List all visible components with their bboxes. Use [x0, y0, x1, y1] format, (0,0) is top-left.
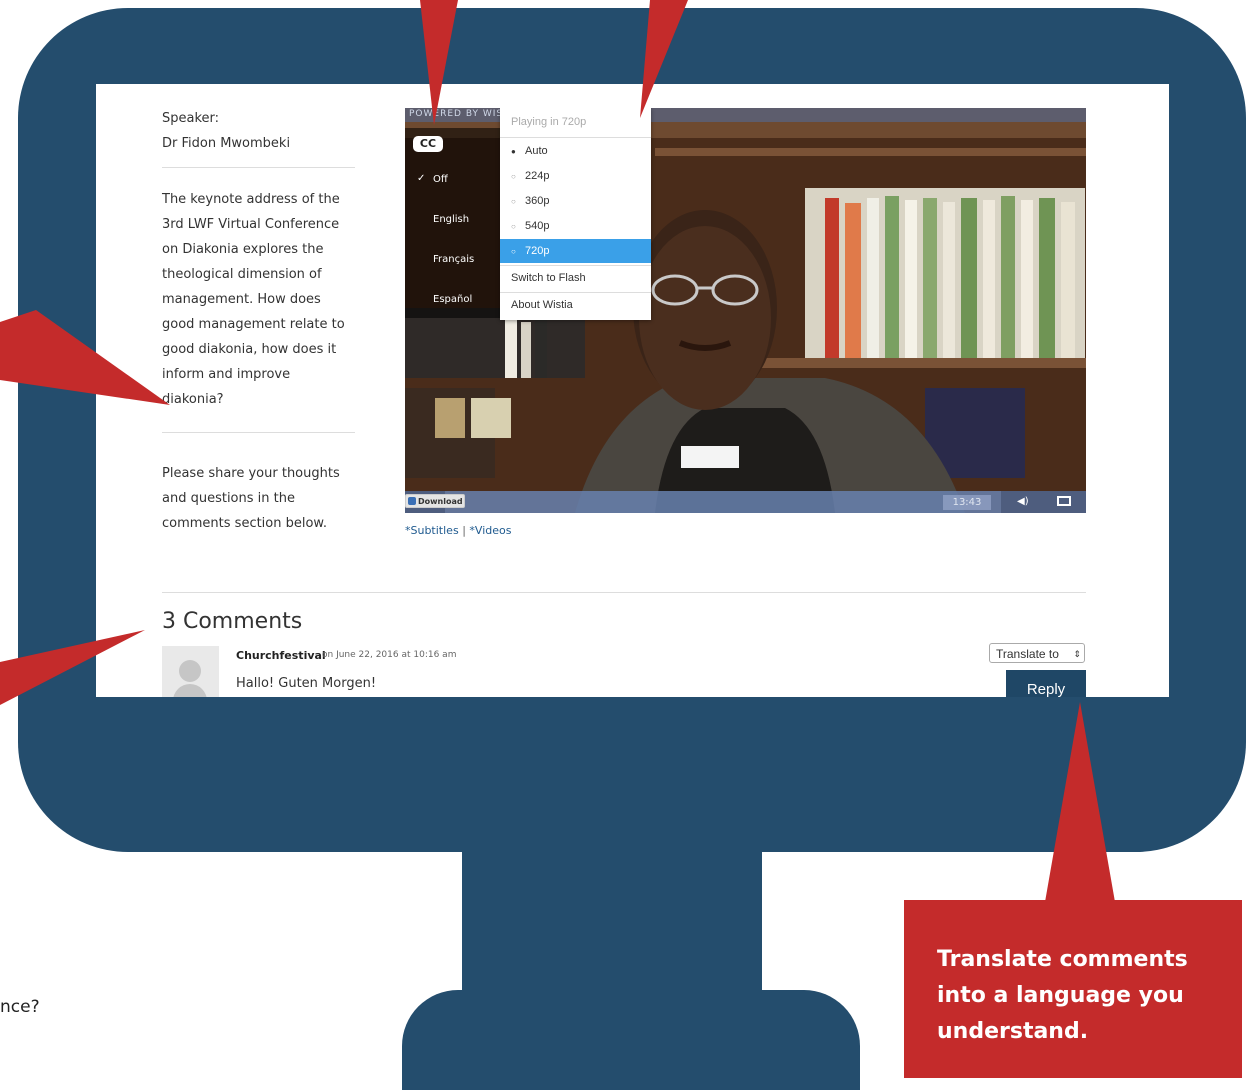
avatar-head	[179, 660, 201, 682]
quality-option-720p[interactable]: ○ 720p	[500, 239, 651, 263]
monitor-base	[402, 990, 860, 1090]
fullscreen-icon[interactable]	[1057, 496, 1071, 506]
comment-prompt: Please share your thoughts and questions…	[162, 466, 340, 531]
quality-option-label: 540p	[525, 220, 550, 232]
avatar	[162, 646, 219, 697]
translate-select[interactable]: Translate to ⇕	[989, 643, 1085, 663]
seek-bar[interactable]	[445, 491, 1001, 513]
quality-option-label: 224p	[525, 170, 550, 182]
radio-selected-icon: ●	[511, 147, 516, 156]
radio-icon: ○	[511, 247, 516, 256]
quality-menu: Playing in 720p ● Auto ○ 224p ○ 360p ○ 540p …	[500, 108, 651, 320]
radio-icon: ○	[511, 197, 516, 206]
radio-icon: ○	[511, 222, 516, 231]
reply-button[interactable]: Reply	[1006, 670, 1086, 697]
quality-header: Playing in 720p	[511, 116, 587, 128]
comment-text: Hallo! Guten Morgen!	[236, 676, 377, 691]
speaker-label: Speaker:	[162, 111, 220, 126]
caption-option-english[interactable]: English	[433, 214, 469, 225]
monitor-stand	[462, 850, 762, 1010]
divider	[162, 432, 355, 433]
divider	[162, 167, 355, 168]
caption-option-label: Off	[433, 174, 448, 185]
subtitles-link[interactable]: *Subtitles	[405, 524, 459, 537]
quality-option-label: 720p	[525, 245, 550, 257]
link-separator: |	[462, 524, 466, 537]
menu-divider	[500, 137, 651, 138]
switch-to-flash[interactable]: Switch to Flash	[500, 266, 651, 290]
caption-option-spanish[interactable]: Español	[433, 294, 472, 305]
talk-description: The keynote address of the 3rd LWF Virtu…	[162, 192, 345, 407]
quality-option-label: Auto	[525, 145, 548, 157]
select-arrows-icon: ⇕	[1073, 649, 1081, 659]
divider	[162, 592, 1086, 593]
translate-callout: Translate comments into a language you u…	[904, 900, 1242, 1078]
volume-icon[interactable]: ◀)	[1017, 496, 1029, 507]
quality-option-auto[interactable]: ● Auto	[500, 139, 651, 163]
comments-title: 3 Comments	[162, 609, 303, 634]
checkmark-icon: ✓	[417, 173, 426, 184]
video-player[interactable]: POWERED BY WISTIA CC ✓ Off English Franç…	[405, 108, 1086, 513]
speaker-name: Dr Fidon Mwombeki	[162, 136, 291, 151]
quality-option-label: 360p	[525, 195, 550, 207]
translate-label: Translate to	[996, 647, 1059, 661]
download-icon	[408, 497, 416, 505]
download-label: Download	[418, 497, 463, 506]
about-wistia[interactable]: About Wistia	[500, 293, 651, 317]
duration-label: 13:43	[943, 495, 991, 510]
cropped-text: nce?	[0, 997, 40, 1017]
quality-option-224p[interactable]: ○ 224p	[500, 164, 651, 188]
download-button[interactable]: Download	[405, 494, 465, 508]
caption-option-french[interactable]: Français	[433, 254, 474, 265]
radio-icon: ○	[511, 172, 516, 181]
screen: Speaker: Dr Fidon Mwombeki The keynote a…	[96, 84, 1169, 697]
quality-option-360p[interactable]: ○ 360p	[500, 189, 651, 213]
sidebar: Speaker: Dr Fidon Mwombeki The keynote a…	[162, 106, 355, 536]
media-links: *Subtitles | *Videos	[405, 524, 511, 537]
captions-menu: CC ✓ Off English Français Español	[405, 128, 501, 318]
closed-captions-icon[interactable]: CC	[413, 136, 443, 152]
video-controls: 13:43 ◀)	[405, 491, 1086, 513]
videos-link[interactable]: *Videos	[469, 524, 511, 537]
comment-date[interactable]: on June 22, 2016 at 10:16 am	[322, 650, 456, 660]
caption-option-off[interactable]: ✓ Off	[417, 173, 448, 185]
avatar-body	[173, 684, 207, 697]
quality-option-540p[interactable]: ○ 540p	[500, 214, 651, 238]
comment-author[interactable]: Churchfestival	[236, 649, 326, 662]
